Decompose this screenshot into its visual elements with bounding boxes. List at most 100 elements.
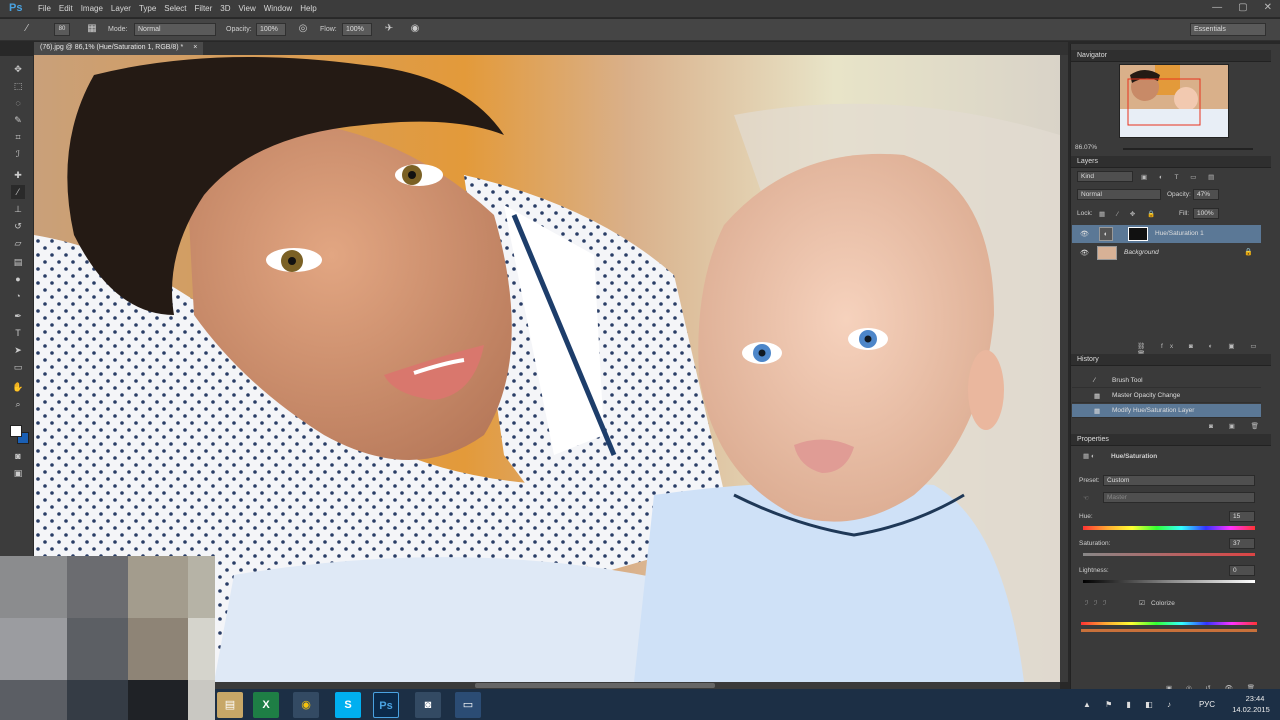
layer-filter-icons[interactable]: ▣ ◐ T ▭ ▤ [1141, 173, 1219, 181]
quick-mask-icon[interactable]: ◙ [11, 449, 25, 463]
camera-icon[interactable]: ◙ [415, 692, 441, 718]
saturation-field[interactable]: 37 [1229, 538, 1255, 549]
history-brush-tool-icon[interactable]: ↺ [11, 219, 25, 233]
move-tool-icon[interactable]: ✥ [11, 62, 25, 76]
channel-select[interactable]: Master [1103, 492, 1255, 503]
eraser-tool-icon[interactable]: ▱ [11, 236, 25, 250]
minimize-button[interactable]: — [1212, 2, 1222, 13]
layer-row-background[interactable]: 👁 Background 🔒 [1072, 244, 1261, 262]
type-tool-icon[interactable]: T [11, 326, 25, 340]
blur-tool-icon[interactable]: ● [11, 272, 25, 286]
menu-layer[interactable]: Layer [111, 4, 139, 13]
menu-3d[interactable]: 3D [220, 4, 238, 13]
excel-icon[interactable]: X [253, 692, 279, 718]
menu-select[interactable]: Select [164, 4, 194, 13]
flow-field[interactable]: 100% [342, 23, 372, 36]
brush-panel-icon[interactable]: ▦ [85, 22, 99, 36]
navigator-thumbnail[interactable] [1119, 64, 1229, 138]
path-select-tool-icon[interactable]: ➤ [11, 343, 25, 357]
hue-field[interactable]: 15 [1229, 511, 1255, 522]
zoom-tool-icon[interactable]: ⌕ [11, 397, 25, 411]
navigator-zoom-slider[interactable] [1123, 148, 1253, 150]
targeted-adjustment-icon[interactable]: ☜ [1083, 494, 1089, 502]
mode-select[interactable]: Normal [134, 23, 216, 36]
document-tab[interactable]: (76).jpg @ 86,1% (Hue/Saturation 1, RGB/… [34, 42, 204, 55]
close-button[interactable]: ✕ [1264, 2, 1272, 13]
shape-tool-icon[interactable]: ▭ [11, 360, 25, 374]
hue-slider[interactable] [1083, 526, 1255, 530]
file-explorer-icon[interactable]: ▤ [217, 692, 243, 718]
photoshop-logo: Ps [9, 2, 23, 14]
lock-icons[interactable]: ▦ ⁄ ✥ 🔒 [1099, 210, 1160, 218]
clone-stamp-tool-icon[interactable]: ⊥ [11, 202, 25, 216]
menu-view[interactable]: View [239, 4, 264, 13]
pressure-size-icon[interactable]: ◉ [408, 22, 422, 36]
saturation-slider[interactable] [1083, 553, 1255, 556]
brush-size-picker[interactable]: 80 [54, 23, 70, 36]
history-panel-title[interactable]: History [1071, 354, 1271, 366]
vertical-scrollbar[interactable] [1060, 55, 1068, 682]
brush-tool-icon[interactable]: ⁄ [20, 22, 34, 36]
menu-edit[interactable]: Edit [59, 4, 81, 13]
foreground-color-swatch[interactable] [10, 425, 22, 437]
maximize-button[interactable]: ▢ [1238, 2, 1247, 13]
menu-window[interactable]: Window [264, 4, 300, 13]
skype-icon[interactable]: S [335, 692, 361, 718]
chrome-icon[interactable]: ◉ [293, 692, 319, 718]
menu-help[interactable]: Help [300, 4, 324, 13]
lasso-tool-icon[interactable]: ◌ [11, 96, 25, 110]
history-item[interactable]: ▦ Master Opacity Change [1072, 389, 1261, 403]
airbrush-icon[interactable]: ✈ [382, 22, 396, 36]
layer-filter-kind[interactable]: Kind [1077, 171, 1133, 182]
menu-image[interactable]: Image [81, 4, 111, 13]
layer-mask-thumbnail[interactable] [1128, 227, 1148, 241]
horizontal-scrollbar[interactable] [215, 682, 1060, 689]
brush-tool-icon: ⁄ [1094, 377, 1096, 384]
quick-select-tool-icon[interactable]: ✎ [11, 113, 25, 127]
lightness-slider[interactable] [1083, 580, 1255, 583]
screen-mode-icon[interactable]: ▣ [11, 466, 25, 480]
tray-icons[interactable]: ▲ ⚑ ▮ ◧ ♪ [1083, 700, 1177, 709]
fill-field[interactable]: 100% [1193, 208, 1219, 219]
marquee-tool-icon[interactable]: ⬚ [11, 79, 25, 93]
pressure-opacity-icon[interactable]: ◎ [296, 22, 310, 36]
navigator-zoom[interactable]: 86.07% [1075, 144, 1097, 151]
crop-tool-icon[interactable]: ⌗ [11, 130, 25, 144]
opacity-field[interactable]: 100% [256, 23, 286, 36]
menu-filter[interactable]: Filter [195, 4, 221, 13]
pen-tool-icon[interactable]: ✒ [11, 309, 25, 323]
history-footer-icons[interactable]: ◙ ▣ 🗑 [1209, 422, 1266, 430]
layer-name[interactable]: Hue/Saturation 1 [1155, 230, 1204, 237]
healing-brush-tool-icon[interactable]: ✚ [11, 168, 25, 182]
history-item[interactable]: ⁄ Brush Tool [1072, 374, 1261, 388]
photoshop-icon[interactable]: Ps [373, 692, 399, 718]
eyedropper-icons[interactable]: ℐℐℐ [1085, 599, 1112, 607]
layers-panel-title[interactable]: Layers [1071, 156, 1271, 168]
monitor-icon[interactable]: ▭ [455, 692, 481, 718]
workspace-select[interactable]: Essentials [1190, 23, 1266, 36]
dodge-tool-icon[interactable]: ◔ [11, 289, 25, 303]
document-close-icon[interactable]: × [193, 44, 197, 51]
colorize-checkbox[interactable]: ☑ [1139, 599, 1145, 607]
horizontal-scroll-thumb[interactable] [475, 683, 715, 688]
brush-tool-icon[interactable]: ⁄ [11, 185, 25, 199]
clock-time[interactable]: 23:44 [1233, 694, 1277, 703]
layer-opacity-field[interactable]: 47% [1193, 189, 1219, 200]
history-item-selected[interactable]: ▦ Modify Hue/Saturation Layer [1072, 404, 1261, 418]
clock-date[interactable]: 14.02.2015 [1225, 705, 1277, 714]
eyedropper-tool-icon[interactable]: ℐ [11, 147, 25, 161]
input-language[interactable]: РУС [1199, 700, 1215, 709]
layer-blend-mode[interactable]: Normal [1077, 189, 1161, 200]
visibility-eye-icon[interactable]: 👁 [1080, 249, 1089, 257]
layer-name[interactable]: Background [1124, 249, 1159, 256]
gradient-tool-icon[interactable]: ▤ [11, 255, 25, 269]
preset-select[interactable]: Custom [1103, 475, 1255, 486]
navigator-panel-title[interactable]: Navigator [1071, 50, 1271, 62]
visibility-eye-icon[interactable]: 👁 [1080, 230, 1089, 238]
menu-file[interactable]: File [38, 4, 59, 13]
hand-tool-icon[interactable]: ✋ [11, 380, 25, 394]
menu-type[interactable]: Type [139, 4, 164, 13]
properties-panel-title[interactable]: Properties [1071, 434, 1271, 446]
lightness-field[interactable]: 0 [1229, 565, 1255, 576]
layer-row-hue-saturation[interactable]: 👁 ◐ Hue/Saturation 1 [1072, 225, 1261, 243]
